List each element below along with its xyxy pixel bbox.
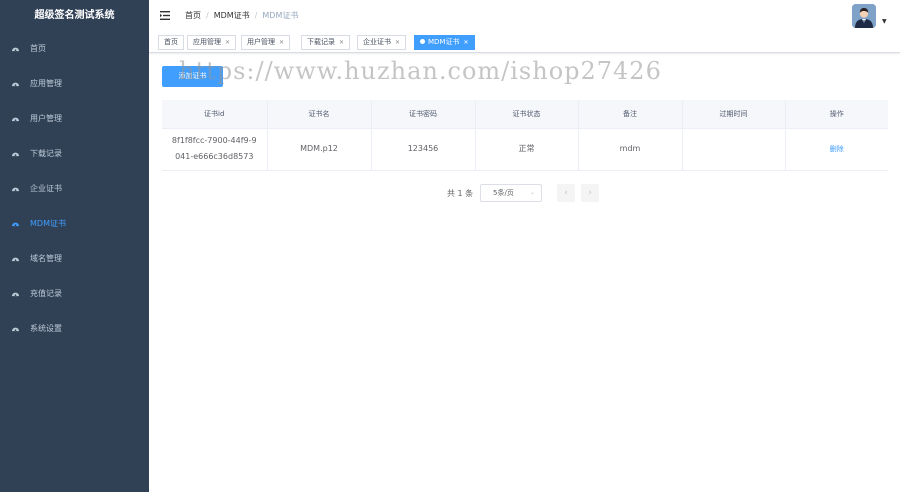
tag-label: 下载记录 <box>307 38 335 46</box>
tag-label: 首页 <box>164 38 178 46</box>
cell-remark: mdm <box>578 128 683 171</box>
next-page-button[interactable]: › <box>581 184 599 202</box>
sidebar-item-domains[interactable]: 域名管理 <box>0 248 149 270</box>
close-icon[interactable]: ✕ <box>463 39 468 46</box>
cell-password: 123456 <box>371 128 476 171</box>
column-header-password: 证书密码 <box>371 100 476 129</box>
dashboard-icon <box>12 82 19 87</box>
close-icon[interactable]: ✕ <box>395 39 400 46</box>
app-title: 超级签名测试系统 <box>34 10 115 21</box>
cell-action: 删除 <box>785 128 888 171</box>
sidebar-item-users[interactable]: 用户管理 <box>0 108 149 130</box>
sidebar-item-label: 域名管理 <box>30 254 62 263</box>
certificate-table: 证书id 证书名 证书密码 证书状态 备注 过期时间 操作 8f1f8fcc-7… <box>162 100 888 171</box>
tag-enterprise-cert[interactable]: 企业证书 ✕ <box>357 35 407 50</box>
chevron-right-icon: › <box>588 188 592 198</box>
hamburger-icon[interactable] <box>160 11 170 20</box>
sidebar-item-label: 下载记录 <box>30 149 62 158</box>
cell-expire <box>682 128 786 171</box>
table-row: 8f1f8fcc-7900-44f9-9 041-e666c36d8573 MD… <box>162 128 888 171</box>
breadcrumb: 首页 / MDM证书 / MDM证书 <box>185 10 298 21</box>
tag-home[interactable]: 首页 <box>158 35 184 50</box>
pagination-total: 共 1 条 <box>447 189 474 198</box>
sidebar-item-label: 用户管理 <box>30 114 62 123</box>
dashboard-icon <box>12 257 19 262</box>
delete-link[interactable]: 删除 <box>830 145 844 153</box>
tag-label: 企业证书 <box>363 38 391 46</box>
dashboard-icon <box>12 327 19 332</box>
watermark: https://www.huzhan.com/ishop27426 <box>179 57 662 85</box>
dashboard-icon <box>12 117 19 122</box>
tag-users[interactable]: 用户管理 ✕ <box>241 35 291 50</box>
dashboard-icon <box>12 292 19 297</box>
dashboard-icon <box>12 222 19 227</box>
user-avatar-icon <box>852 4 876 28</box>
tag-downloads[interactable]: 下载记录 ✕ <box>301 35 351 50</box>
table-header-row: 证书id 证书名 证书密码 证书状态 备注 过期时间 操作 <box>162 100 888 129</box>
close-icon[interactable]: ✕ <box>339 39 344 46</box>
sidebar-item-downloads[interactable]: 下载记录 <box>0 143 149 165</box>
breadcrumb-item-section[interactable]: MDM证书 <box>214 11 250 20</box>
navbar: 首页 / MDM证书 / MDM证书 ▼ <box>149 0 900 32</box>
close-icon[interactable]: ✕ <box>279 39 284 46</box>
sidebar-item-home[interactable]: 首页 <box>0 38 149 60</box>
sidebar-item-label: 企业证书 <box>30 184 62 193</box>
cell-id: 8f1f8fcc-7900-44f9-9 041-e666c36d8573 <box>162 128 268 171</box>
cell-status: 正常 <box>475 128 579 171</box>
column-header-expire: 过期时间 <box>682 100 786 129</box>
tag-label: MDM证书 <box>428 38 460 46</box>
cell-id-line: 041-e666c36d8573 <box>175 152 254 161</box>
sidebar-item-mdm-cert[interactable]: MDM证书 <box>0 213 149 235</box>
breadcrumb-separator: / <box>254 11 258 20</box>
caret-down-icon[interactable]: ▼ <box>882 18 887 25</box>
add-certificate-button[interactable]: 添加证书 <box>162 66 223 87</box>
breadcrumb-item-home[interactable]: 首页 <box>185 11 201 20</box>
breadcrumb-separator: / <box>206 11 209 20</box>
column-header-remark: 备注 <box>578 100 683 129</box>
dashboard-icon <box>12 187 19 192</box>
sidebar-item-label: 应用管理 <box>30 79 62 88</box>
sidebar-item-apps[interactable]: 应用管理 <box>0 73 149 95</box>
active-dot-icon <box>420 39 425 44</box>
page-size-value: 5条/页 <box>493 189 514 197</box>
tag-apps[interactable]: 应用管理 ✕ <box>187 35 237 50</box>
page-size-select[interactable]: 5条/页 ⌄ <box>480 184 542 202</box>
main-area: 首页 / MDM证书 / MDM证书 ▼ 首页 应用管理 ✕ 用户管理 ✕ 下载记录 ✕ <box>149 0 900 492</box>
sidebar-item-label: 充值记录 <box>30 289 62 298</box>
sidebar-item-recharge[interactable]: 充值记录 <box>0 283 149 305</box>
tag-label: 用户管理 <box>247 38 275 46</box>
sidebar-item-settings[interactable]: 系统设置 <box>0 318 149 340</box>
column-header-id: 证书id <box>162 100 268 129</box>
dashboard-icon <box>12 152 19 157</box>
avatar[interactable] <box>852 4 876 28</box>
tag-mdm-cert[interactable]: MDM证书 ✕ <box>414 35 475 50</box>
sidebar-item-enterprise-cert[interactable]: 企业证书 <box>0 178 149 200</box>
tag-label: 应用管理 <box>193 38 221 46</box>
dashboard-icon <box>12 47 19 52</box>
cell-name: MDM.p12 <box>267 128 372 171</box>
chevron-left-icon: ‹ <box>564 188 568 198</box>
column-header-status: 证书状态 <box>475 100 579 129</box>
column-header-action: 操作 <box>785 100 888 129</box>
sidebar-item-label: 系统设置 <box>30 324 62 333</box>
sidebar: 超级签名测试系统 首页 应用管理 用户管理 下载记录 企业证书 MDM证书 域名… <box>0 0 149 492</box>
breadcrumb-item-current: MDM证书 <box>262 11 299 20</box>
sidebar-item-label: 首页 <box>30 44 46 53</box>
tags-view: 首页 应用管理 ✕ 用户管理 ✕ 下载记录 ✕ 企业证书 ✕ MDM证书 ✕ <box>149 32 900 53</box>
column-header-name: 证书名 <box>267 100 372 129</box>
sidebar-item-label: MDM证书 <box>30 219 66 228</box>
prev-page-button[interactable]: ‹ <box>557 184 575 202</box>
close-icon[interactable]: ✕ <box>225 39 230 46</box>
cell-id-line: 8f1f8fcc-7900-44f9-9 <box>171 136 257 145</box>
chevron-down-icon: ⌄ <box>529 189 535 196</box>
